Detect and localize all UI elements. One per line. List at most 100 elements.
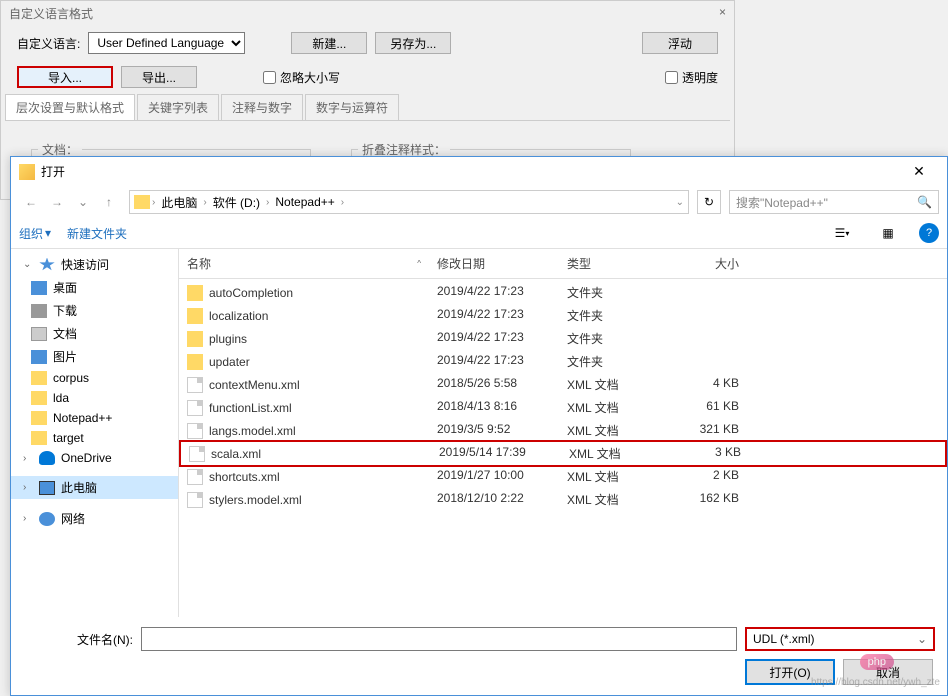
file-list: 名称^ 修改日期 类型 大小 autoCompletion 2019/4/22 … — [179, 249, 947, 617]
tab-comments[interactable]: 注释与数字 — [221, 94, 303, 120]
udl-close-button[interactable]: × — [719, 5, 726, 19]
file-row[interactable]: functionList.xml 2018/4/13 8:16 XML 文档 6… — [179, 396, 947, 419]
tab-operators[interactable]: 数字与运算符 — [305, 94, 399, 120]
nav-history-button[interactable]: ⌄ — [71, 190, 95, 214]
dialog-title: 打开 — [41, 163, 899, 180]
view-mode-button[interactable]: ☰ ▾ — [827, 222, 857, 244]
file-type: 文件夹 — [559, 351, 659, 372]
sidebar-item[interactable]: 文档 — [11, 322, 178, 345]
file-row[interactable]: langs.model.xml 2019/3/5 9:52 XML 文档 321… — [179, 419, 947, 442]
nav-up-button[interactable]: ↑ — [97, 190, 121, 214]
file-size — [659, 282, 759, 303]
sidebar-item[interactable]: ›OneDrive — [11, 448, 178, 468]
file-date: 2018/5/26 5:58 — [429, 374, 559, 395]
folder-icon — [134, 195, 150, 209]
file-type: XML 文档 — [559, 466, 659, 487]
file-date: 2019/5/14 17:39 — [431, 443, 561, 464]
nav-back-button[interactable]: ← — [19, 190, 43, 214]
file-date: 2019/4/22 17:23 — [429, 305, 559, 326]
sidebar-item-label: OneDrive — [61, 451, 112, 465]
organize-menu[interactable]: 组织 ▾ — [19, 225, 51, 242]
search-icon: 🔍 — [917, 195, 932, 209]
chevron-down-icon[interactable]: ⌄ — [676, 197, 684, 208]
sidebar-item-label: 图片 — [53, 348, 77, 365]
sidebar-item[interactable]: 下载 — [11, 299, 178, 322]
file-type: XML 文档 — [559, 420, 659, 441]
ignorecase-checkbox[interactable]: 忽略大小写 — [263, 69, 340, 86]
breadcrumb-item[interactable]: 软件 (D:) — [209, 194, 264, 211]
filename-input[interactable] — [141, 627, 737, 651]
tab-keywords[interactable]: 关键字列表 — [137, 94, 219, 120]
sidebar-item[interactable]: lda — [11, 388, 178, 408]
breadcrumb[interactable]: › 此电脑 › 软件 (D:) › Notepad++ › ⌄ — [129, 190, 689, 214]
column-name[interactable]: 名称^ — [179, 249, 429, 278]
file-type: 文件夹 — [559, 282, 659, 303]
file-row[interactable]: stylers.model.xml 2018/12/10 2:22 XML 文档… — [179, 488, 947, 511]
sidebar-item[interactable]: 图片 — [11, 345, 178, 368]
sidebar: ⌄快速访问桌面下载文档图片corpusldaNotepad++target›On… — [11, 249, 179, 617]
php-badge: php — [860, 654, 894, 670]
chevron-icon: › — [23, 513, 33, 524]
file-name: contextMenu.xml — [209, 378, 300, 392]
chevron-right-icon: › — [152, 197, 155, 208]
file-open-dialog: 打开 ✕ ← → ⌄ ↑ › 此电脑 › 软件 (D:) › Notepad++… — [10, 156, 948, 696]
export-button[interactable]: 导出... — [121, 66, 197, 88]
file-type: XML 文档 — [559, 374, 659, 395]
help-button[interactable]: ? — [919, 223, 939, 243]
file-row[interactable]: contextMenu.xml 2018/5/26 5:58 XML 文档 4 … — [179, 373, 947, 396]
file-name: scala.xml — [211, 447, 261, 461]
file-filter-select[interactable]: UDL (*.xml) ⌄ — [745, 627, 935, 651]
newfolder-button[interactable]: 新建文件夹 — [67, 225, 127, 242]
sidebar-item-label: 文档 — [53, 325, 77, 342]
breadcrumb-item[interactable]: 此电脑 — [157, 194, 201, 211]
file-row[interactable]: localization 2019/4/22 17:23 文件夹 — [179, 304, 947, 327]
file-icon — [187, 469, 203, 485]
file-type: XML 文档 — [559, 397, 659, 418]
close-button[interactable]: ✕ — [899, 163, 939, 180]
tab-layout[interactable]: 层次设置与默认格式 — [5, 94, 135, 120]
float-button[interactable]: 浮动 — [642, 32, 718, 54]
sort-indicator-icon: ^ — [417, 259, 421, 268]
file-row[interactable]: autoCompletion 2019/4/22 17:23 文件夹 — [179, 281, 947, 304]
file-rows: autoCompletion 2019/4/22 17:23 文件夹 local… — [179, 279, 947, 617]
folder-icon — [187, 285, 203, 301]
file-row[interactable]: shortcuts.xml 2019/1/27 10:00 XML 文档 2 K… — [179, 465, 947, 488]
sidebar-item[interactable]: Notepad++ — [11, 408, 178, 428]
nav-forward-button[interactable]: → — [45, 190, 69, 214]
sidebar-item[interactable]: 桌面 — [11, 276, 178, 299]
column-date[interactable]: 修改日期 — [429, 249, 559, 278]
language-select[interactable]: User Defined Language — [88, 32, 245, 54]
breadcrumb-item[interactable]: Notepad++ — [271, 195, 338, 209]
search-input[interactable]: 搜索"Notepad++" 🔍 — [729, 190, 939, 214]
file-row[interactable]: updater 2019/4/22 17:23 文件夹 — [179, 350, 947, 373]
file-date: 2019/4/22 17:23 — [429, 282, 559, 303]
column-type[interactable]: 类型 — [559, 249, 659, 278]
import-button[interactable]: 导入... — [17, 66, 113, 88]
sidebar-item-label: 此电脑 — [61, 479, 97, 496]
saveas-button[interactable]: 另存为... — [375, 32, 451, 54]
transparent-checkbox[interactable]: 透明度 — [665, 69, 718, 86]
file-size: 162 KB — [659, 489, 759, 510]
sidebar-item[interactable]: target — [11, 428, 178, 448]
file-date: 2019/4/22 17:23 — [429, 328, 559, 349]
sidebar-item-label: target — [53, 431, 84, 445]
column-size[interactable]: 大小 — [659, 249, 759, 278]
language-label: 自定义语言: — [17, 35, 80, 52]
file-row[interactable]: scala.xml 2019/5/14 17:39 XML 文档 3 KB — [179, 440, 947, 467]
sidebar-item-label: corpus — [53, 371, 89, 385]
chevron-right-icon: › — [266, 197, 269, 208]
new-button[interactable]: 新建... — [291, 32, 367, 54]
sidebar-item[interactable]: ⌄快速访问 — [11, 253, 178, 276]
file-date: 2019/1/27 10:00 — [429, 466, 559, 487]
net-icon — [39, 512, 55, 526]
file-type: 文件夹 — [559, 328, 659, 349]
onedrive-icon — [39, 451, 55, 465]
file-row[interactable]: plugins 2019/4/22 17:23 文件夹 — [179, 327, 947, 350]
sidebar-item[interactable]: corpus — [11, 368, 178, 388]
preview-pane-button[interactable]: ▦ — [873, 222, 903, 244]
sidebar-item[interactable]: ›此电脑 — [11, 476, 178, 499]
refresh-button[interactable]: ↻ — [697, 190, 721, 214]
desktop-icon — [31, 281, 47, 295]
sidebar-item[interactable]: ›网络 — [11, 507, 178, 530]
pic-icon — [31, 350, 47, 364]
